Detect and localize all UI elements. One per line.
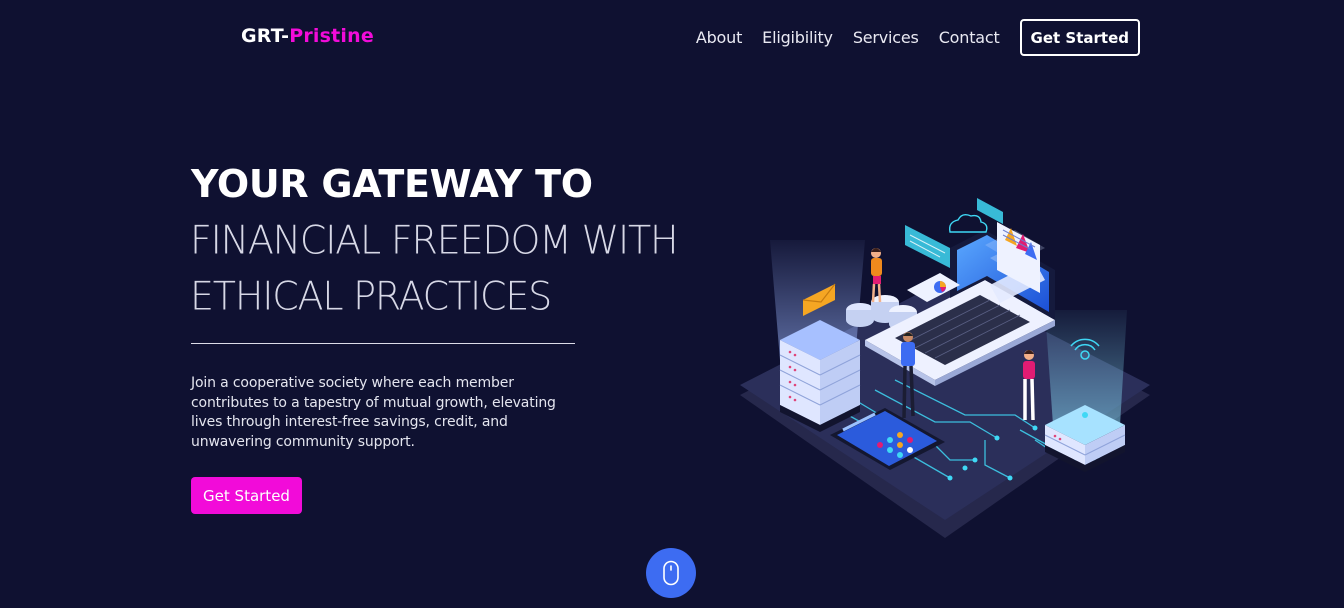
hero-divider <box>191 343 575 344</box>
nav-link-eligibility[interactable]: Eligibility <box>762 28 833 47</box>
nav-get-started-button[interactable]: Get Started <box>1019 19 1140 56</box>
hero-get-started-button[interactable]: Get Started <box>191 477 302 514</box>
nav-links: About Eligibility Services Contact Get S… <box>676 19 1140 56</box>
nav-link-about[interactable]: About <box>696 28 743 47</box>
isometric-fintech-illustration <box>740 198 1150 538</box>
scroll-down-button[interactable] <box>646 548 696 598</box>
hero-subtitle-line2: ETHICAL PRACTICES <box>190 273 552 319</box>
person-orange-jacket <box>871 248 882 303</box>
hero-description: Join a cooperative society where each me… <box>191 375 556 450</box>
cloud-icon <box>948 213 988 233</box>
hero-title: YOUR GATEWAY TO <box>191 162 593 206</box>
left-server-stack <box>779 320 861 432</box>
mouse-icon <box>663 560 679 586</box>
nav-link-contact[interactable]: Contact <box>939 28 1000 47</box>
logo-prefix: GRT- <box>241 25 290 47</box>
logo-accent: Pristine <box>289 25 374 47</box>
text-panel-cyan <box>905 225 950 268</box>
page: GRT-Pristine About Eligibility Services … <box>0 0 1344 608</box>
hero-subtitle-line1: FINANCIAL FREEDOM WITH <box>190 217 679 263</box>
nav-link-services[interactable]: Services <box>853 28 919 47</box>
navbar: GRT-Pristine About Eligibility Services … <box>0 0 1344 74</box>
logo[interactable]: GRT-Pristine <box>241 25 374 47</box>
